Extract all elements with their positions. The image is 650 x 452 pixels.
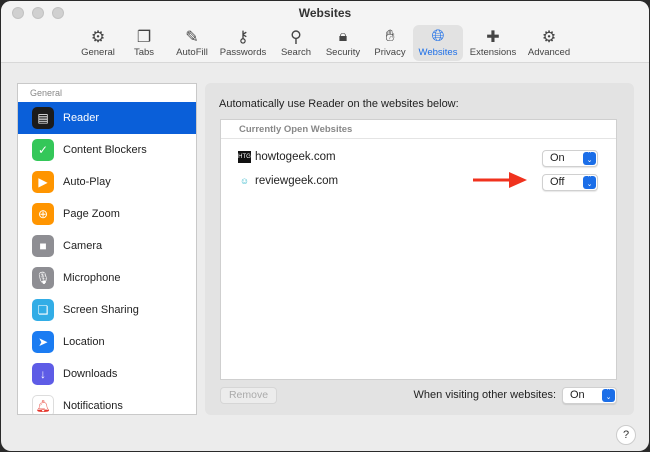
sidebar-item-label: Microphone bbox=[63, 272, 121, 284]
sidebar-item-label: Auto-Play bbox=[63, 176, 111, 188]
panel-label: Automatically use Reader on the websites… bbox=[219, 98, 459, 110]
sidebar-item-auto-play[interactable]: ▶ Auto-Play bbox=[18, 166, 196, 198]
toolbar-tab-label: Extensions bbox=[469, 47, 517, 58]
toolbar-tab-websites[interactable]: 🌐︎ Websites bbox=[413, 25, 463, 61]
toolbar-tab-label: Advanced bbox=[527, 47, 571, 58]
sidebar-item-label: Notifications bbox=[63, 400, 123, 412]
sidebar-item-notifications[interactable]: 🔔︎ Notifications bbox=[18, 390, 196, 414]
sidebar-item-content-blockers[interactable]: ✓ Content Blockers bbox=[18, 134, 196, 166]
site-row: ☺ reviewgeek.com bbox=[238, 175, 338, 187]
help-button[interactable]: ? bbox=[616, 425, 636, 445]
site-name: reviewgeek.com bbox=[255, 175, 339, 187]
sidebar-item-label: Page Zoom bbox=[63, 208, 120, 220]
sidebar-item-label: Content Blockers bbox=[63, 144, 147, 156]
hand-icon: ✋︎ bbox=[385, 28, 395, 45]
tabs-icon: ❐ bbox=[136, 29, 152, 46]
toolbar-tab-label: AutoFill bbox=[176, 47, 208, 58]
remove-button[interactable]: Remove bbox=[220, 387, 277, 404]
screen-sharing-icon: ❏ bbox=[32, 299, 54, 321]
key-icon: ⚷ bbox=[237, 29, 249, 46]
other-websites-select[interactable]: On ⌃ ⌄ bbox=[562, 387, 617, 404]
toolbar-tab-label: Tabs bbox=[133, 47, 155, 58]
toolbar-tab-extensions[interactable]: ✚ Extensions bbox=[463, 25, 523, 61]
site-row: HTG howtogeek.com bbox=[238, 151, 336, 163]
sidebar-item-label: Reader bbox=[63, 112, 100, 124]
sidebar-item-label: Downloads bbox=[63, 368, 118, 380]
downloads-icon: ↓ bbox=[32, 363, 54, 385]
select-value: Off bbox=[550, 176, 565, 188]
microphone-icon: 🎙︎ bbox=[32, 267, 54, 289]
sidebar-header: General bbox=[30, 88, 63, 98]
select-value: On bbox=[550, 152, 565, 164]
search-icon: ⚲ bbox=[290, 29, 302, 46]
table-header: Currently Open Websites bbox=[221, 120, 616, 139]
toolbar-tab-label: Privacy bbox=[374, 47, 406, 58]
preferences-window: Websites ⚙ General ❐ Tabs ✎ AutoFill ⚷ Password… bbox=[1, 1, 649, 451]
toolbar-tab-label: Passwords bbox=[219, 47, 267, 58]
howtogeek-favicon: HTG bbox=[238, 151, 251, 163]
globe-icon: 🌐︎ bbox=[431, 28, 445, 45]
site-name: howtogeek.com bbox=[255, 151, 336, 163]
chevron-updown-icon: ⌃ ⌄ bbox=[583, 175, 596, 189]
websites-table: Currently Open Websites HTG howtogeek.co… bbox=[220, 119, 617, 380]
toolbar-tab-privacy[interactable]: ✋︎ Privacy bbox=[360, 25, 420, 61]
toolbar-tab-label: General bbox=[81, 47, 115, 58]
red-arrow-annotation bbox=[473, 172, 527, 188]
sidebar-item-label: Location bbox=[63, 336, 105, 348]
sidebar-item-screen-sharing[interactable]: ❏ Screen Sharing bbox=[18, 294, 196, 326]
sidebar-item-label: Camera bbox=[63, 240, 103, 252]
notifications-icon: 🔔︎ bbox=[32, 395, 54, 414]
sidebar-item-reader[interactable]: ▤ Reader bbox=[18, 102, 196, 134]
autofill-icon: ✎ bbox=[185, 29, 199, 46]
other-websites-label: When visiting other websites: bbox=[413, 389, 556, 401]
toolbar-tab-advanced[interactable]: ⚙ Advanced bbox=[519, 25, 579, 61]
gear-icon: ⚙ bbox=[90, 29, 106, 46]
toolbar-tab-label: Websites bbox=[418, 47, 458, 58]
toolbar: Websites ⚙ General ❐ Tabs ✎ AutoFill ⚷ Password… bbox=[1, 1, 649, 63]
reviewgeek-favicon: ☺ bbox=[239, 176, 250, 186]
sidebar-item-downloads[interactable]: ↓ Downloads bbox=[18, 358, 196, 390]
location-icon: ➤ bbox=[32, 331, 54, 353]
lock-icon: 🔒︎ bbox=[338, 28, 348, 45]
camera-icon: ■ bbox=[32, 235, 54, 257]
chevron-updown-icon: ⌃ ⌄ bbox=[602, 388, 615, 402]
toolbar-tab-passwords[interactable]: ⚷ Passwords bbox=[213, 25, 273, 61]
howtogeek-reader-select[interactable]: On ⌃ ⌄ bbox=[542, 150, 598, 167]
sidebar-item-location[interactable]: ➤ Location bbox=[18, 326, 196, 358]
gears-icon: ⚙ bbox=[541, 29, 557, 46]
window-title: Websites bbox=[298, 6, 352, 20]
sidebar-item-microphone[interactable]: 🎙︎ Microphone bbox=[18, 262, 196, 294]
reviewgeek-reader-select[interactable]: Off ⌃ ⌄ bbox=[542, 174, 598, 191]
reader-icon: ▤ bbox=[32, 107, 54, 129]
toolbar-tab-label: Security bbox=[325, 47, 361, 58]
sidebar-item-label: Screen Sharing bbox=[63, 304, 139, 316]
page-zoom-icon: ⊕ bbox=[32, 203, 54, 225]
toolbar-tab-label: Search bbox=[280, 47, 312, 58]
puzzle-icon: ✚ bbox=[486, 29, 500, 46]
select-value: On bbox=[570, 389, 585, 401]
sidebar: General ▤ Reader ✓ Content Blockers ▶ Auto-Pl… bbox=[17, 83, 197, 415]
sidebar-item-camera[interactable]: ■ Camera bbox=[18, 230, 196, 262]
chevron-updown-icon: ⌃ ⌄ bbox=[583, 151, 596, 165]
auto-play-icon: ▶ bbox=[32, 171, 54, 193]
content-blockers-icon: ✓ bbox=[32, 139, 54, 161]
reader-settings-panel: Automatically use Reader on the websites… bbox=[205, 83, 634, 415]
sidebar-item-page-zoom[interactable]: ⊕ Page Zoom bbox=[18, 198, 196, 230]
